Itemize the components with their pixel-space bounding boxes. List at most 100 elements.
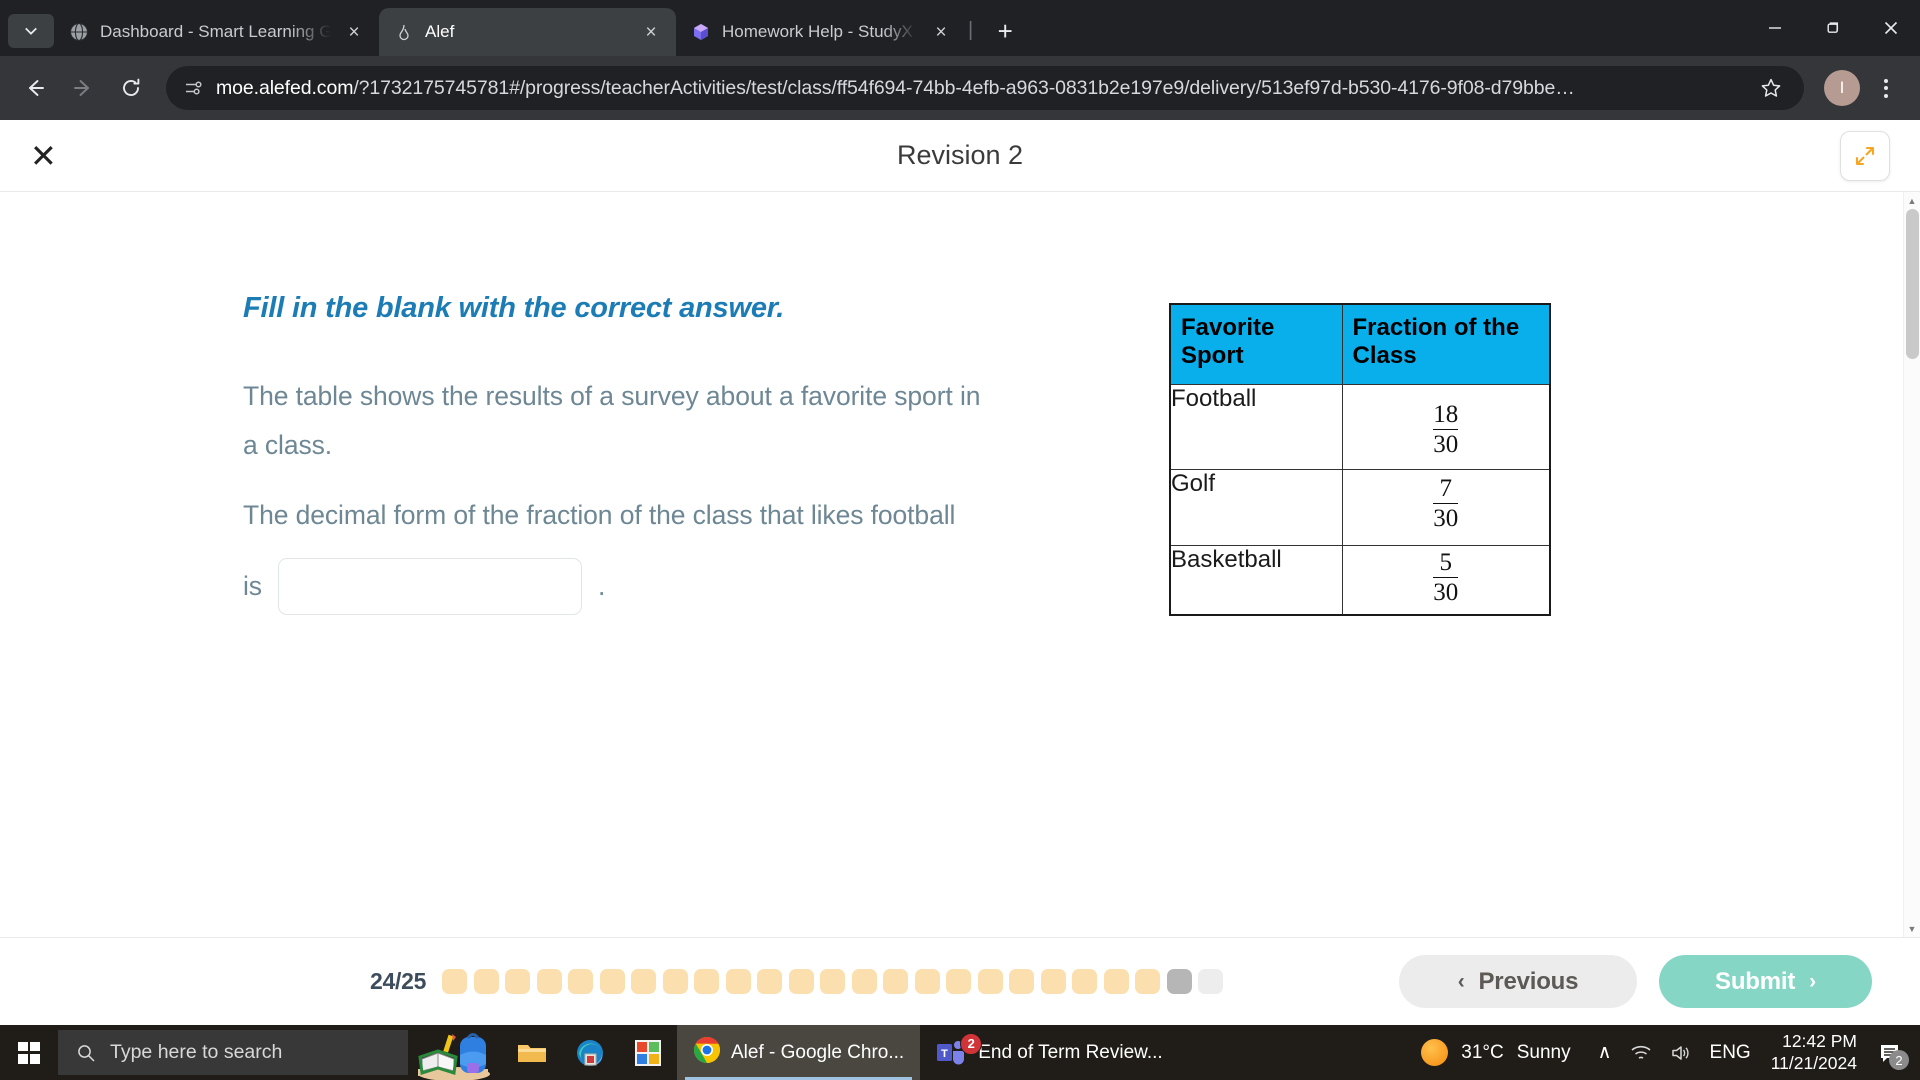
progress-dot[interactable] — [1009, 969, 1035, 994]
logo-pane — [30, 1041, 40, 1052]
tab-studyx[interactable]: Homework Help - StudyX × — [676, 8, 966, 56]
progress-dot[interactable] — [694, 969, 720, 994]
header-favorite-sport: Favorite Sport — [1169, 303, 1343, 385]
clock[interactable]: 12:42 PM 11/21/2024 — [1760, 1031, 1868, 1074]
progress-dot[interactable] — [914, 969, 940, 994]
tab-search-button[interactable] — [8, 14, 54, 48]
cell-fraction: 7 30 — [1341, 468, 1551, 546]
previous-button[interactable]: ‹ Previous — [1399, 955, 1637, 1008]
minimize-icon — [1769, 27, 1781, 29]
progress-dot[interactable] — [977, 969, 1003, 994]
progress-dot[interactable] — [599, 969, 625, 994]
bookmark-star-icon[interactable] — [1754, 71, 1788, 105]
globe-icon — [68, 21, 90, 43]
progress-dot[interactable] — [536, 969, 562, 994]
back-button[interactable] — [14, 67, 56, 109]
browser-menu-button[interactable] — [1866, 68, 1906, 108]
tab-close-button[interactable]: × — [638, 19, 664, 45]
chevron-left-icon: ‹ — [1457, 969, 1465, 993]
chevron-right-icon: › — [1809, 969, 1816, 993]
progress-dot[interactable] — [473, 969, 499, 994]
scroll-down-arrow[interactable]: ▼ — [1904, 920, 1920, 937]
table-row: Basketball 5 30 — [1169, 544, 1551, 616]
fraction-denominator: 30 — [1433, 502, 1459, 532]
progress-dot[interactable] — [757, 969, 783, 994]
progress-dot[interactable] — [442, 969, 468, 994]
progress-dot[interactable] — [1135, 969, 1161, 994]
start-button[interactable] — [0, 1025, 58, 1080]
progress-dot[interactable] — [1166, 969, 1192, 994]
taskbar-search[interactable]: Type here to search — [58, 1030, 408, 1075]
answer-input[interactable] — [277, 557, 582, 615]
taskbar-app-label: Alef - Google Chro... — [731, 1041, 905, 1063]
scrollbar-thumb[interactable] — [1905, 209, 1919, 359]
file-explorer-icon[interactable] — [503, 1025, 561, 1080]
network-icon[interactable] — [1621, 1025, 1661, 1080]
chrome-icon — [693, 1036, 721, 1070]
desk-school-icon — [408, 1025, 503, 1080]
show-hidden-icons-button[interactable]: ∧ — [1589, 1025, 1621, 1080]
progress-dot[interactable] — [725, 969, 751, 994]
maximize-icon — [1827, 22, 1839, 33]
question-line-2: a class. — [243, 430, 333, 461]
edge-icon[interactable] — [561, 1025, 619, 1080]
progress-counter: 24/25 — [370, 968, 427, 994]
submit-button[interactable]: Submit › — [1659, 955, 1872, 1008]
close-activity-button[interactable]: ✕ — [30, 140, 70, 172]
progress-dot[interactable] — [631, 969, 657, 994]
volume-icon[interactable] — [1661, 1025, 1701, 1080]
fraction-numerator: 5 — [1439, 548, 1453, 576]
notification-center-button[interactable]: 2 — [1868, 1025, 1912, 1080]
address-bar[interactable]: moe.alefed.com/?1732175745781#/progress/… — [166, 66, 1804, 110]
logo-pane — [30, 1053, 40, 1064]
progress-dot[interactable] — [788, 969, 814, 994]
notification-badge: 2 — [1889, 1050, 1909, 1070]
forward-button[interactable] — [62, 67, 104, 109]
site-settings-icon[interactable] — [182, 77, 204, 99]
scrollbar-track[interactable] — [1904, 209, 1920, 920]
progress-dot[interactable] — [568, 969, 594, 994]
progress-dot[interactable] — [851, 969, 877, 994]
taskbar-app-chrome[interactable]: Alef - Google Chro... — [677, 1025, 921, 1080]
progress-dot[interactable] — [1040, 969, 1066, 994]
browser-window: Dashboard - Smart Learning Ga × Alef × H… — [0, 0, 1920, 1025]
scroll-up-arrow[interactable]: ▲ — [1904, 192, 1920, 209]
profile-avatar[interactable]: I — [1824, 70, 1860, 106]
reload-button[interactable] — [110, 67, 152, 109]
footer-actions: ‹ Previous Submit › — [1399, 955, 1872, 1008]
tab-close-button[interactable]: × — [928, 19, 954, 45]
progress-dot[interactable] — [1198, 969, 1224, 994]
tab-alef[interactable]: Alef × — [379, 8, 676, 56]
page-scrollbar[interactable]: ▲ ▼ — [1903, 192, 1920, 937]
fullscreen-button[interactable] — [1840, 130, 1890, 181]
survey-table: Favorite Sport Fraction of the Class Foo… — [1169, 303, 1551, 616]
system-tray: 31°C Sunny ∧ ENG 12:42 PM 11/21/2024 2 — [1411, 1025, 1920, 1080]
question-line-3: The decimal form of the fraction of the … — [243, 499, 956, 530]
tab-close-button[interactable]: × — [341, 19, 367, 45]
progress-dot[interactable] — [1072, 969, 1098, 994]
progress-dot[interactable] — [662, 969, 688, 994]
minimize-button[interactable] — [1746, 0, 1804, 56]
progress-dot[interactable] — [883, 969, 909, 994]
language-indicator[interactable]: ENG — [1701, 1025, 1760, 1080]
tab-title: Dashboard - Smart Learning Ga — [100, 22, 331, 41]
sun-icon — [1421, 1039, 1449, 1066]
progress-dot[interactable] — [1103, 969, 1129, 994]
progress-dot[interactable] — [820, 969, 846, 994]
question-text-column: Fill in the blank with the correct answe… — [243, 292, 1123, 616]
office-icon[interactable] — [619, 1025, 677, 1080]
cell-sport: Basketball — [1169, 544, 1343, 616]
close-window-button[interactable] — [1862, 0, 1920, 56]
maximize-button[interactable] — [1804, 0, 1862, 56]
tab-title: Alef — [425, 22, 455, 41]
progress-dot[interactable] — [505, 969, 531, 994]
taskbar-app-teams[interactable]: T 2 End of Term Review... — [920, 1025, 1178, 1080]
new-tab-button[interactable]: + — [985, 11, 1025, 51]
fraction-denominator: 30 — [1433, 576, 1459, 606]
cell-sport: Football — [1169, 383, 1343, 470]
weather-widget[interactable]: 31°C Sunny — [1411, 1039, 1588, 1066]
progress-dot[interactable] — [946, 969, 972, 994]
alef-icon — [393, 21, 415, 43]
tab-dashboard[interactable]: Dashboard - Smart Learning Ga × — [54, 8, 379, 56]
